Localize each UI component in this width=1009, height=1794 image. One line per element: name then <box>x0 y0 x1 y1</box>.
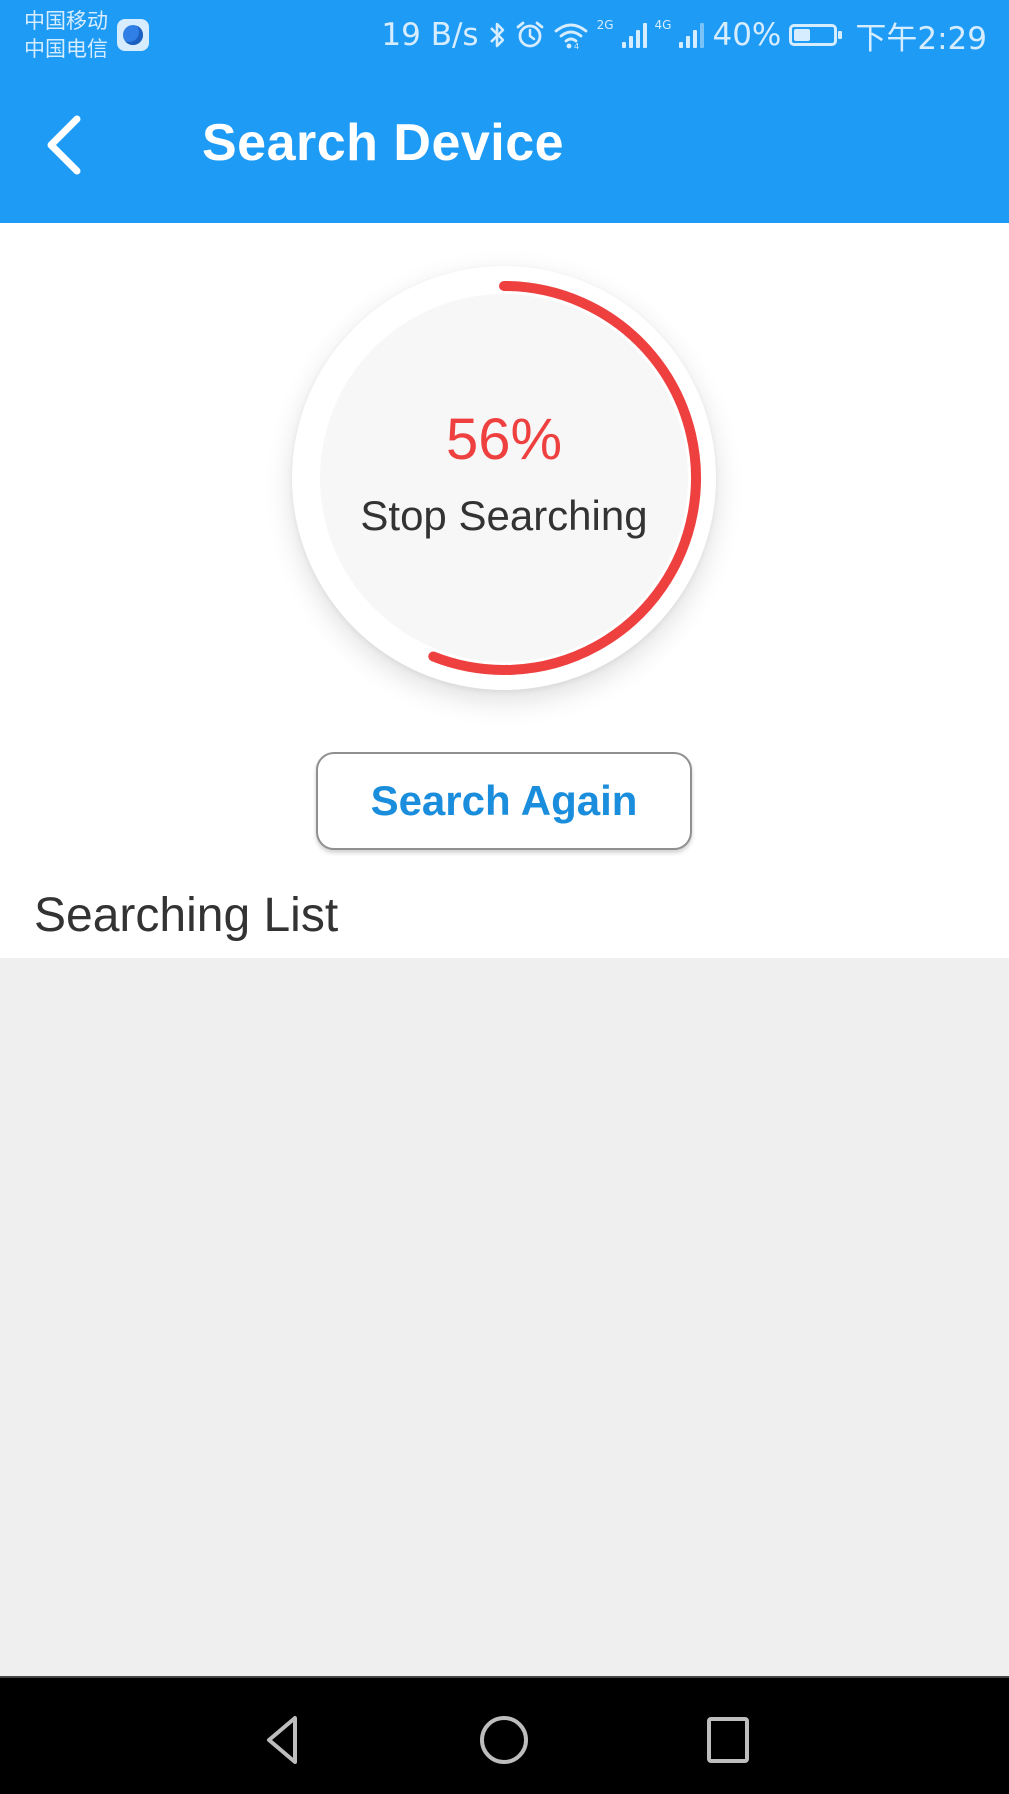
wifi-icon: 4 <box>554 23 587 50</box>
nav-back-button[interactable] <box>242 1700 322 1780</box>
battery-icon <box>789 24 843 46</box>
status-indicators: 19 B/s 4 2G 4G 40% 下午2:29 <box>381 14 987 57</box>
carrier-2: 中国电信 <box>24 37 108 61</box>
searching-list-title: Searching List <box>34 889 339 942</box>
svg-text:4: 4 <box>574 42 579 50</box>
chevron-left-icon <box>47 115 81 175</box>
nav-recents-button[interactable] <box>688 1700 768 1780</box>
status-bar: 中国移动 中国电信 19 B/s 4 2G 4G 40% 下午2:29 <box>0 0 1009 70</box>
progress-percent: 56% <box>445 407 563 472</box>
battery-fill <box>794 29 810 41</box>
app-notification-icon <box>117 19 149 51</box>
clock: 下午2:29 <box>855 20 987 57</box>
back-button[interactable] <box>30 100 100 190</box>
recents-square-icon <box>707 1717 749 1763</box>
alarm-icon <box>516 21 543 48</box>
signal-2g-icon <box>621 22 647 48</box>
back-triangle-icon <box>267 1716 297 1764</box>
progress-ring <box>320 281 701 675</box>
bluetooth-icon <box>489 22 504 48</box>
nav-home-button[interactable] <box>464 1700 544 1780</box>
page-title: Search Device <box>202 114 565 172</box>
carrier-info: 中国移动 中国电信 <box>24 7 108 63</box>
network-speed: 19 B/s <box>381 17 479 53</box>
progress-inner-disc <box>320 294 688 662</box>
home-circle-icon <box>480 1716 528 1764</box>
searching-list <box>0 958 1009 1676</box>
battery-percent: 40% <box>712 17 782 53</box>
signal-4g-label: 4G <box>654 18 672 32</box>
signal-2g-label: 2G <box>596 18 614 32</box>
signal-4g-icon <box>679 22 705 48</box>
stop-searching-label: Stop Searching <box>360 492 648 539</box>
search-progress-stop-button[interactable]: 56% Stop Searching <box>292 266 716 690</box>
system-nav-bar <box>0 1676 1009 1794</box>
carrier-1: 中国移动 <box>24 9 108 33</box>
search-again-button[interactable]: Search Again <box>316 752 692 850</box>
